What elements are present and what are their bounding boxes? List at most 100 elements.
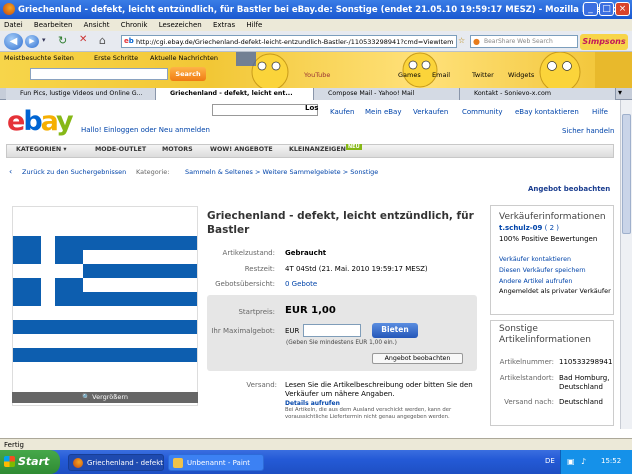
search-placeholder: BearShare Web Search [484,38,553,45]
toolbar-youtube[interactable]: YouTube [304,71,330,79]
simpsons-logo: Simpsons [580,34,628,50]
ebay-logo[interactable]: ebay [7,106,74,137]
watch-item-link[interactable]: Angebot beobachten [528,185,610,193]
volume-icon[interactable]: ♪ [581,457,586,466]
windows-logo-icon [4,456,15,467]
bookmark-most-visited[interactable]: Meistbesuchte Seiten [4,54,74,62]
seller-name-link[interactable]: t.schulz-09 [499,224,542,232]
nav-hilfe[interactable]: Hilfe [592,108,608,116]
tab-griechenland[interactable]: Griechenland - defekt, leicht ent... [156,88,314,100]
menu-bookmarks[interactable]: Lesezeichen [159,21,202,29]
bearshare-icon: ● [473,37,480,46]
tab-fun-pics[interactable]: Fun Pics, lustige Videos und Online G... [6,88,156,100]
details-link[interactable]: Details aufrufen [285,400,340,407]
ebay-search-input[interactable] [212,104,318,116]
bid-history-link[interactable]: 0 Gebote [285,280,317,288]
tab-list-icon[interactable]: ▾ [618,88,622,97]
start-price-label: Startpreis: [238,308,275,316]
address-bar[interactable]: eb http://cgi.ebay.de/Griechenland-defek… [121,35,457,48]
item-image-frame[interactable] [12,206,198,406]
forward-arrow-icon[interactable]: ▶ [25,35,39,48]
menu-history[interactable]: Chronik [121,21,148,29]
time-left-label: Restzeit: [244,265,275,273]
ebay-search-button[interactable]: Los [305,104,318,112]
seller-feedback-score[interactable]: ( 2 ) [545,224,559,232]
start-button[interactable]: Start [0,450,60,474]
home-icon[interactable]: ⌂ [99,34,106,47]
bookmark-getting-started[interactable]: Erste Schritte [94,54,138,62]
reload-icon[interactable]: ↻ [58,34,67,47]
nav-community[interactable]: Community [462,108,503,116]
shipping-note: Bei Artikeln, die aus dem Ausland versch… [285,407,452,420]
taskbar-item-firefox[interactable]: Griechenland - defekt... [68,454,164,471]
window-title: Griechenland - defekt, leicht entzündlic… [0,0,632,19]
save-seller-link[interactable]: Diesen Verkäufer speichern [499,267,586,274]
shipping-text: Lesen Sie die Artikelbeschreibung oder b… [285,381,473,398]
bid-history-label: Gebotsübersicht: [215,280,275,288]
login-link[interactable]: Hallo! Einloggen oder Neu anmelden [81,126,210,134]
category-kleinanzeigen[interactable]: KLEINANZEIGEN [289,146,346,153]
history-dropdown-icon[interactable]: ▾ [42,36,46,44]
web-search-input[interactable]: ● BearShare Web Search [470,35,578,48]
bookmark-news[interactable]: Aktuelle Nachrichten [150,54,218,62]
ships-to-value: Deutschland [559,398,603,406]
back-chevron-icon[interactable]: ‹ [9,167,12,176]
nav-kaufen[interactable]: Kaufen [330,108,354,116]
item-number-label: Artikelnummer: [499,358,554,366]
currency-label: EUR [285,327,300,335]
max-bid-input[interactable] [303,324,361,337]
max-bid-label: Ihr Maximalgebot: [211,327,275,335]
breadcrumb[interactable]: Sammeln & Seltenes > Weitere Sammelgebie… [185,168,378,176]
other-items-link[interactable]: Andere Artikel aufrufen [499,278,572,285]
item-title: Griechenland - defekt, leicht entzündlic… [207,210,474,236]
taskbar-item-paint[interactable]: Unbenannt - Paint [168,454,264,471]
tab-yahoo-mail[interactable]: Compose Mail - Yahoo! Mail [314,88,460,100]
safe-trading-link[interactable]: Sicher handeln [562,127,614,135]
condition-label: Artikelzustand: [222,249,275,257]
time-left-value: 4T 04Std (21. Mai. 2010 19:59:17 MESZ) [285,265,428,273]
back-to-results-link[interactable]: Zurück zu den Suchergebnissen [22,168,126,176]
category-wow-angebote[interactable]: WOW! ANGEBOTE [210,146,273,153]
toolbar-search-button[interactable]: Search [170,67,206,81]
contact-seller-link[interactable]: Verkäufer kontaktieren [499,256,571,263]
toolbar-widgets[interactable]: Widgets [508,71,534,79]
network-icon[interactable]: ▣ [567,457,575,466]
menu-file[interactable]: Datei [4,21,23,29]
toolbar-search-input[interactable] [30,68,168,80]
paint-taskbar-icon [173,458,183,468]
new-badge: NEU [346,144,362,150]
vertical-scrollbar[interactable] [620,100,632,429]
menu-edit[interactable]: Bearbeiten [34,21,72,29]
tab-kontakt[interactable]: Kontakt - Sonievo-x.com [460,88,616,100]
menu-help[interactable]: Hilfe [246,21,262,29]
toolbar-email[interactable]: Email [432,71,450,79]
back-arrow-icon[interactable]: ◀ [4,33,23,50]
ships-to-label: Versand nach: [504,398,554,406]
bookmark-star-icon[interactable]: ☆ [458,36,468,47]
close-button[interactable]: × [615,2,630,16]
firefox-taskbar-icon [73,458,83,468]
scrollbar-thumb[interactable] [622,114,631,234]
nav-mein-ebay[interactable]: Mein eBay [365,108,402,116]
item-number-value: 110533298941 [559,358,613,366]
category-mode-outlet[interactable]: MODE-OUTLET [95,146,146,153]
stop-icon[interactable]: ✕ [79,34,87,45]
clock: 15:52 [601,457,622,465]
bid-button[interactable]: Bieten [372,323,418,338]
category-motors[interactable]: MOTORS [162,146,193,153]
nav-kontaktieren[interactable]: eBay kontaktieren [515,108,579,116]
nav-verkaufen[interactable]: Verkaufen [413,108,448,116]
condition-value: Gebraucht [285,249,327,257]
toolbar-twitter[interactable]: Twitter [472,71,494,79]
menu-tools[interactable]: Extras [213,21,235,29]
language-indicator[interactable]: DE [545,457,555,465]
watch-item-button[interactable]: Angebot beobachten [372,353,463,364]
categories-menu[interactable]: KATEGORIEN ▾ [16,146,67,153]
minimize-button[interactable]: _ [583,2,598,16]
greek-flag-image [13,236,197,362]
maximize-button[interactable]: □ [599,2,614,16]
menu-view[interactable]: Ansicht [84,21,110,29]
enlarge-button[interactable]: 🔍 Vergrößern [12,392,198,403]
item-info-heading: Sonstige Artikelinformationen [499,324,591,345]
toolbar-games[interactable]: Games [398,71,421,79]
